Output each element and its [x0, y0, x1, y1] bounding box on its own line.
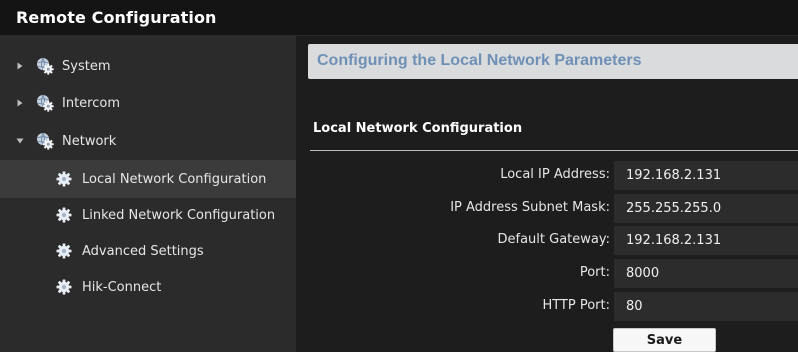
sidebar-item-linked-network-configuration[interactable]: Linked Network Configuration	[0, 196, 296, 234]
section-banner: Configuring the Local Network Parameters	[308, 44, 798, 79]
title-bar: Remote Configuration	[0, 0, 798, 36]
section-banner-title: Configuring the Local Network Parameters	[317, 52, 642, 69]
field-label: Local IP Address:	[500, 167, 610, 182]
sidebar-item-label: Intercom	[62, 95, 120, 111]
sidebar-item-network[interactable]: Network	[0, 122, 296, 160]
gear-icon	[56, 279, 72, 295]
field-label: HTTP Port:	[542, 298, 610, 313]
gear-icon	[56, 207, 72, 223]
expand-arrow-icon[interactable]	[15, 61, 25, 71]
field-label: Port:	[579, 265, 610, 280]
gear-icon	[56, 243, 72, 259]
local-ip-input[interactable]	[614, 161, 798, 190]
field-subnet-mask: IP Address Subnet Mask:	[296, 194, 798, 223]
field-port: Port:	[296, 259, 798, 288]
field-http-port: HTTP Port:	[296, 292, 798, 321]
group-divider	[310, 150, 798, 151]
sidebar-item-hik-connect[interactable]: Hik-Connect	[0, 268, 296, 306]
sidebar-tree: System Intercom Network Local Network Co…	[0, 36, 296, 352]
port-input[interactable]	[614, 259, 798, 288]
sidebar-item-advanced-settings[interactable]: Advanced Settings	[0, 232, 296, 270]
field-local-ip-address: Local IP Address:	[296, 161, 798, 190]
save-button[interactable]: Save	[613, 328, 716, 352]
sidebar-item-system[interactable]: System	[0, 47, 296, 85]
sidebar-item-label: Local Network Configuration	[82, 171, 267, 187]
field-label: IP Address Subnet Mask:	[450, 200, 610, 215]
http-port-input[interactable]	[614, 292, 798, 321]
gear-globe-icon	[36, 57, 54, 75]
subnet-mask-input[interactable]	[614, 194, 798, 223]
sidebar-item-label: Advanced Settings	[82, 243, 204, 259]
sidebar-item-label: Network	[62, 133, 117, 149]
gear-globe-icon	[36, 94, 54, 112]
expand-arrow-icon[interactable]	[15, 98, 25, 108]
sidebar-item-intercom[interactable]: Intercom	[0, 84, 296, 122]
field-label: Default Gateway:	[497, 232, 611, 247]
gear-icon	[56, 171, 72, 187]
default-gateway-input[interactable]	[614, 226, 798, 255]
sidebar-item-local-network-configuration[interactable]: Local Network Configuration	[0, 160, 296, 198]
main-panel: Configuring the Local Network Parameters…	[296, 36, 798, 352]
field-default-gateway: Default Gateway:	[296, 226, 798, 255]
sidebar-item-label: Linked Network Configuration	[82, 207, 276, 223]
group-title: Local Network Configuration	[313, 121, 523, 136]
gear-globe-icon	[36, 132, 54, 150]
sidebar-item-label: Hik-Connect	[82, 279, 162, 295]
sidebar-item-label: System	[62, 58, 111, 74]
collapse-arrow-icon[interactable]	[15, 136, 25, 146]
window-title: Remote Configuration	[16, 8, 217, 27]
